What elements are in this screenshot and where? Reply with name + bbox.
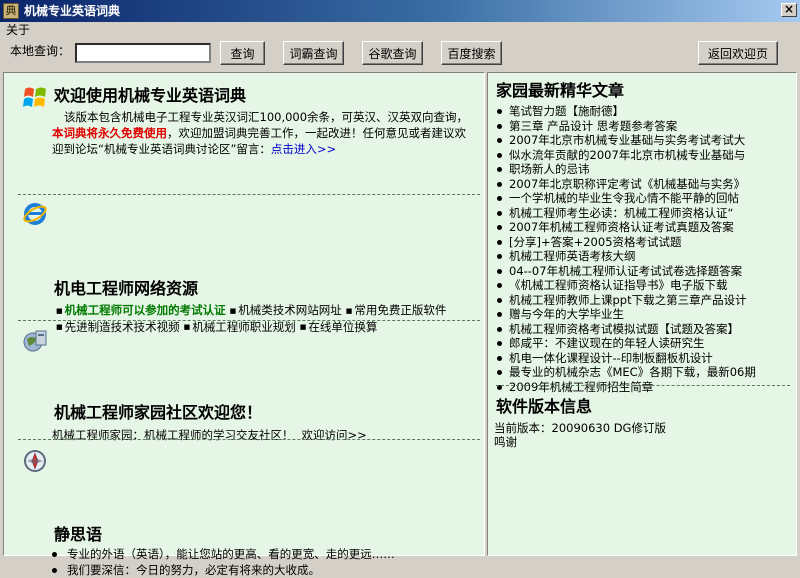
baidu-search-button[interactable]: 百度搜索 [441,41,502,65]
community-globe-icon [23,330,47,352]
article-item[interactable]: [分享]+答案+2005资格考试试题 [496,235,792,250]
query-button[interactable]: 查询 [220,41,265,65]
welcome-section: 欢迎使用机械专业英语词典 该版本包含机械电子工程专业英汉词汇100,000余条，… [4,73,484,193]
article-item[interactable]: 机械工程师资格考试模拟试题【试题及答案】 [496,322,792,337]
quotes-list: 专业的外语（英语），能让您站的更高、看的更宽、走的更远…… 我们要深信：今日的努… [52,546,476,578]
resources-title: 机电工程师网络资源 [54,279,199,298]
free-notice: 本词典将永久免费使用 [52,126,167,140]
menu-about[interactable]: 关于 [6,22,30,38]
article-item[interactable]: 机械工程师教师上课ppt下载之第三章产品设计 [496,293,792,308]
side-divider [496,385,790,386]
article-item[interactable]: 04--07年机械工程师认证考试试卷选择题答案 [496,264,792,279]
resource-link-websites[interactable]: 机械类技术网站网址 [238,303,342,317]
article-item[interactable]: 第三章 产品设计 思考题参考答案 [496,119,792,134]
article-item[interactable]: 机械工程师英语考核大纲 [496,249,792,264]
menu-bar: 关于 [0,22,800,38]
article-item[interactable]: 笔试智力题【施耐德】 [496,104,792,119]
welcome-intro: 该版本包含机械电子工程专业英汉词汇100,000余条，可英汉、汉英双向查询， [64,110,469,124]
resources-section: 机电工程师网络资源 ■ 机械工程师可以参加的考试认证 ■ 机械类技术网站网址 ■ 常用免费… [4,195,484,334]
article-item[interactable]: 最专业的机械杂志《MEC》各期下载，最新06期 [496,365,792,380]
article-item[interactable]: 机电一体化课程设计--印制板翻板机设计 [496,351,792,366]
windows-logo-icon [23,87,46,107]
thanks-label: 鸣谢 [494,435,517,449]
forum-enter-link[interactable]: 点击进入>> [271,142,336,156]
back-home-button[interactable]: 返回欢迎页 [698,41,778,65]
article-item[interactable]: 一个学机械的毕业生令我心情不能平静的回帖 [496,191,792,206]
ciba-query-button[interactable]: 词霸查询 [283,41,344,65]
article-item[interactable]: 机械工程师考生必读：机械工程师资格认证“ [496,206,792,221]
article-item[interactable]: 2007年北京职称评定考试《机械基础与实务》 [496,177,792,192]
article-item[interactable]: 2007年机械工程师资格认证考试真题及答案 [496,220,792,235]
dictionary-app-icon: 典 [3,3,19,19]
main-panel: 欢迎使用机械专业英语词典 该版本包含机械电子工程专业英汉词汇100,000余条，… [3,72,485,577]
article-item[interactable]: 2007年北京市机械专业基础与实务考试考试大 [496,133,792,148]
quote-item: 专业的外语（英语），能让您站的更高、看的更宽、走的更远…… [52,546,476,562]
title-bar: 典 机械专业英语词典 × [0,0,800,22]
google-query-button[interactable]: 谷歌查询 [362,41,423,65]
article-item[interactable]: 郎咸平：不建议现在的年轻人读研究生 [496,336,792,351]
search-label: 本地查询： [10,44,71,58]
article-item[interactable]: 职场新人的忌讳 [496,162,792,177]
articles-list: 笔试智力题【施耐德】 第三章 产品设计 思考题参考答案 2007年北京市机械专业… [496,104,792,394]
side-panel: 家园最新精华文章 笔试智力题【施耐德】 第三章 产品设计 思考题参考答案 200… [487,72,797,556]
article-item[interactable]: 《机械工程师资格认证指导书》电子版下载 [496,278,792,293]
version-title: 软件版本信息 [496,397,593,416]
quotes-title: 静思语 [54,525,103,544]
articles-title: 家园最新精华文章 [496,81,625,100]
close-button[interactable]: × [781,3,797,17]
community-title: 机械工程师家园社区欢迎您！ [54,403,263,422]
community-section: 机械工程师家园社区欢迎您！ 机械工程师家园：机械工程师的学习交友社区！ 欢迎访问>… [4,321,484,442]
quotes-section: 静思语 专业的外语（英语），能让您站的更高、看的更宽、走的更远…… 我们要深信：… [4,440,484,577]
welcome-title: 欢迎使用机械专业英语词典 [54,86,247,105]
quote-item: 我们要深信：今日的努力，必定有将来的大收成。 [52,562,476,578]
article-item[interactable]: 赠与今年的大学毕业生 [496,307,792,322]
search-input[interactable] [75,43,211,63]
article-item[interactable]: 似水流年贡献的2007年北京市机械专业基础与 [496,148,792,163]
internet-explorer-icon [23,203,47,225]
resource-link-free-software[interactable]: 常用免费正版软件 [354,303,446,317]
window-title: 机械专业英语词典 [24,4,121,18]
current-version: 当前版本：20090630 DG修订版 [494,421,666,435]
article-item[interactable]: 2009年机械工程师招生简章 [496,380,792,395]
resource-link-certification[interactable]: 机械工程师可以参加的考试认证 [65,303,226,317]
welcome-text: 该版本包含机械电子工程专业英汉词汇100,000余条，可英汉、汉英双向查询， 本词… [52,109,476,157]
compass-icon [24,450,46,472]
